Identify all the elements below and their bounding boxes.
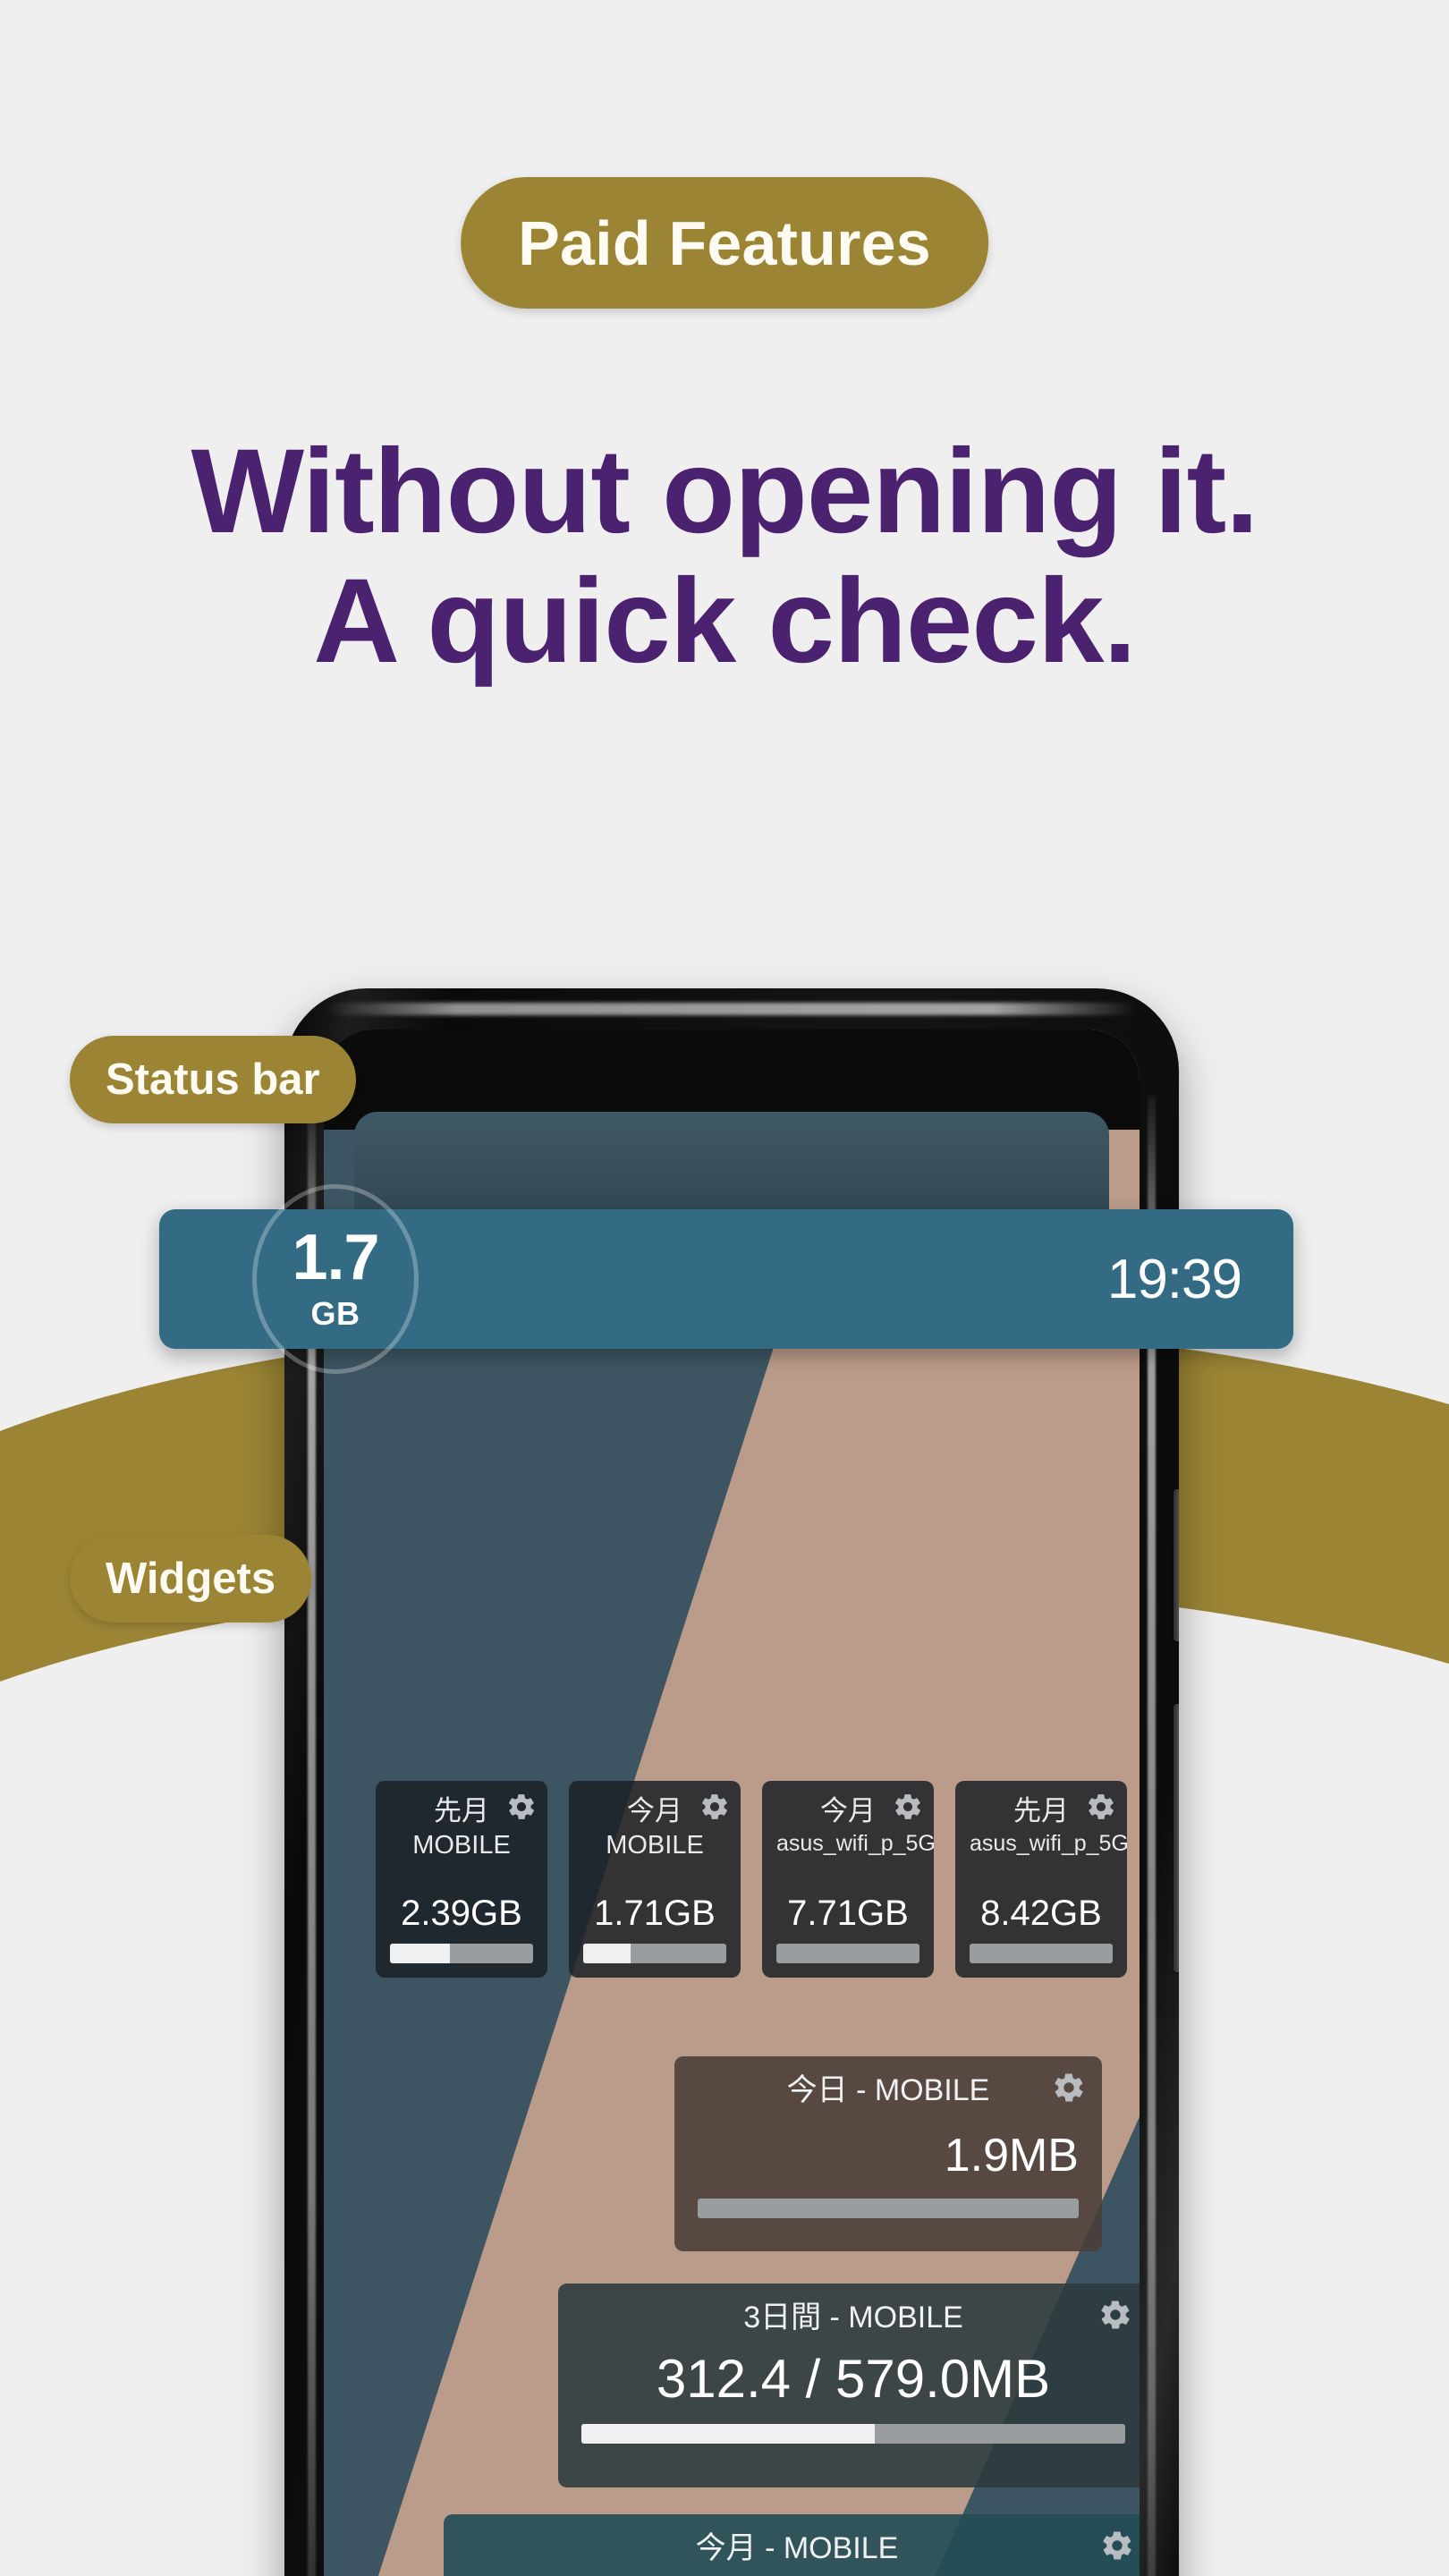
page-title: Without opening it. A quick check. [0,425,1449,688]
widget-network: MOBILE [606,1831,704,1860]
gear-icon[interactable] [699,1792,730,1822]
widget-network: asus_wifi_p_5G [970,1831,1129,1856]
status-bar-callout: Status bar [70,1036,356,1123]
widget-3days[interactable]: 3日間 - MOBILE 312.4 / 579.0MB [558,2284,1140,2487]
usage-ring: 1.7 GB [252,1184,419,1374]
clock: 19:39 [1106,1248,1242,1310]
widget-network: MOBILE [412,1831,511,1860]
widget-small[interactable]: 先月 MOBILE 2.39GB [376,1781,547,1978]
gear-icon[interactable] [893,1792,923,1822]
small-widget-row: 先月 MOBILE 2.39GB 今月 MOBILE 1.71GB 今月 asu… [376,1781,1129,1978]
power-button[interactable] [1174,1704,1179,1972]
gear-icon[interactable] [1052,2071,1086,2105]
widget-progress-bar [970,1944,1113,1963]
gear-icon[interactable] [1098,2298,1132,2332]
widget-progress-bar [390,1944,533,1963]
headline-line-2: A quick check. [313,554,1136,688]
gear-icon[interactable] [1100,2529,1134,2563]
gear-icon[interactable] [1086,1792,1116,1822]
widgets-callout: Widgets [70,1535,312,1623]
promo-screenshot: Paid Features Without opening it. A quic… [0,0,1449,2576]
widget-amount: 2.39GB [401,1894,522,1933]
gear-icon[interactable] [506,1792,537,1822]
widget-small[interactable]: 先月 asus_wifi_p_5G 8.42GB [955,1781,1129,1978]
status-bar-widget[interactable]: 1.7 GB 19:39 [159,1184,1293,1374]
widget-month[interactable]: 今月 - MOBILE 1748.2 / 6000.0MB [444,2514,1140,2576]
usage-unit: GB [310,1295,360,1332]
widget-amount: 312.4 / 579.0MB [656,2349,1051,2410]
widget-progress-bar [583,1944,726,1963]
widget-today[interactable]: 今日 - MOBILE 1.9MB [674,2056,1102,2251]
widget-amount: 1.9MB [944,2130,1079,2182]
usage-value: 1.7 [292,1222,379,1293]
widget-amount: 7.71GB [787,1894,909,1933]
widget-progress-bar [698,2199,1079,2219]
widget-title: 3日間 - MOBILE [743,2301,963,2334]
widget-title: 今日 - MOBILE [786,2073,990,2107]
widget-progress-fill [390,1944,451,1963]
widget-progress-fill [583,1944,631,1963]
widget-small[interactable]: 今月 MOBILE 1.71GB [569,1781,741,1978]
paid-features-badge: Paid Features [461,177,988,309]
headline-line-1: Without opening it. [191,425,1259,558]
widget-amount: 8.42GB [980,1894,1102,1933]
volume-button[interactable] [1174,1489,1179,1641]
widget-progress-bar [581,2424,1125,2445]
widget-network: asus_wifi_p_5G [776,1831,936,1856]
widget-title: 今月 - MOBILE [695,2531,899,2565]
widget-amount: 1.71GB [594,1894,716,1933]
widget-progress-fill [581,2424,876,2445]
widget-small[interactable]: 今月 asus_wifi_p_5G 7.71GB [762,1781,936,1978]
widget-progress-bar [776,1944,919,1963]
